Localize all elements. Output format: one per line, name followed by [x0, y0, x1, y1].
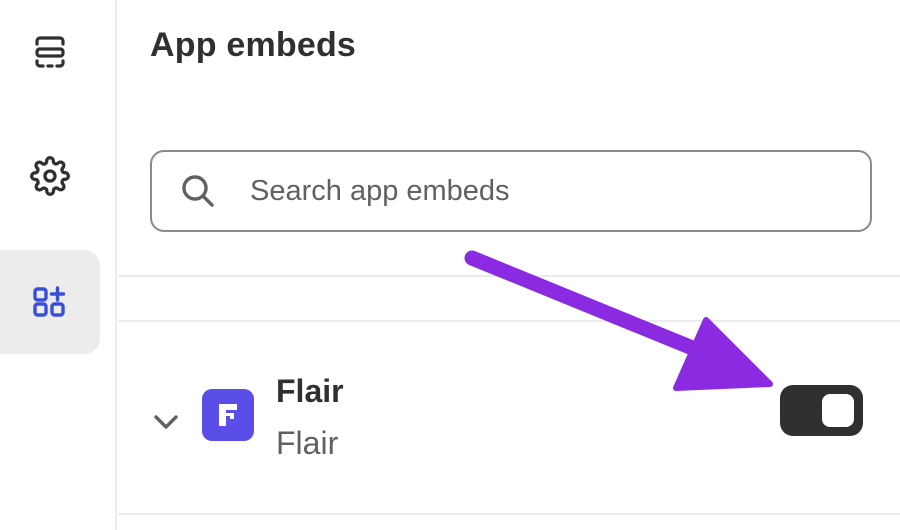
app-embeds-icon: [33, 286, 66, 317]
sidebar-item-sections[interactable]: [0, 0, 100, 104]
flair-logo-icon: [219, 404, 237, 426]
app-name: Flair: [276, 373, 344, 409]
gear-icon: [30, 156, 70, 196]
sidebar-item-settings[interactable]: [0, 124, 100, 228]
sections-icon: [35, 36, 65, 68]
divider: [118, 513, 900, 515]
app-logo-flair: [202, 389, 254, 441]
app-embeds-panel: App embeds Flair Flair: [118, 0, 900, 530]
search-input[interactable]: [250, 174, 810, 208]
toggle-knob: [822, 394, 854, 427]
divider: [118, 275, 900, 277]
app-subtitle: Flair: [276, 425, 339, 461]
search-icon: [176, 169, 220, 213]
list-item: Flair Flair: [118, 323, 900, 513]
chevron-down-icon[interactable]: [148, 403, 184, 439]
sidebar-item-app-embeds[interactable]: [0, 250, 100, 354]
page-title: App embeds: [150, 26, 357, 64]
sidebar-rail: [0, 0, 117, 530]
embed-toggle[interactable]: [780, 385, 863, 436]
search-box[interactable]: [150, 150, 872, 232]
divider: [118, 320, 900, 322]
